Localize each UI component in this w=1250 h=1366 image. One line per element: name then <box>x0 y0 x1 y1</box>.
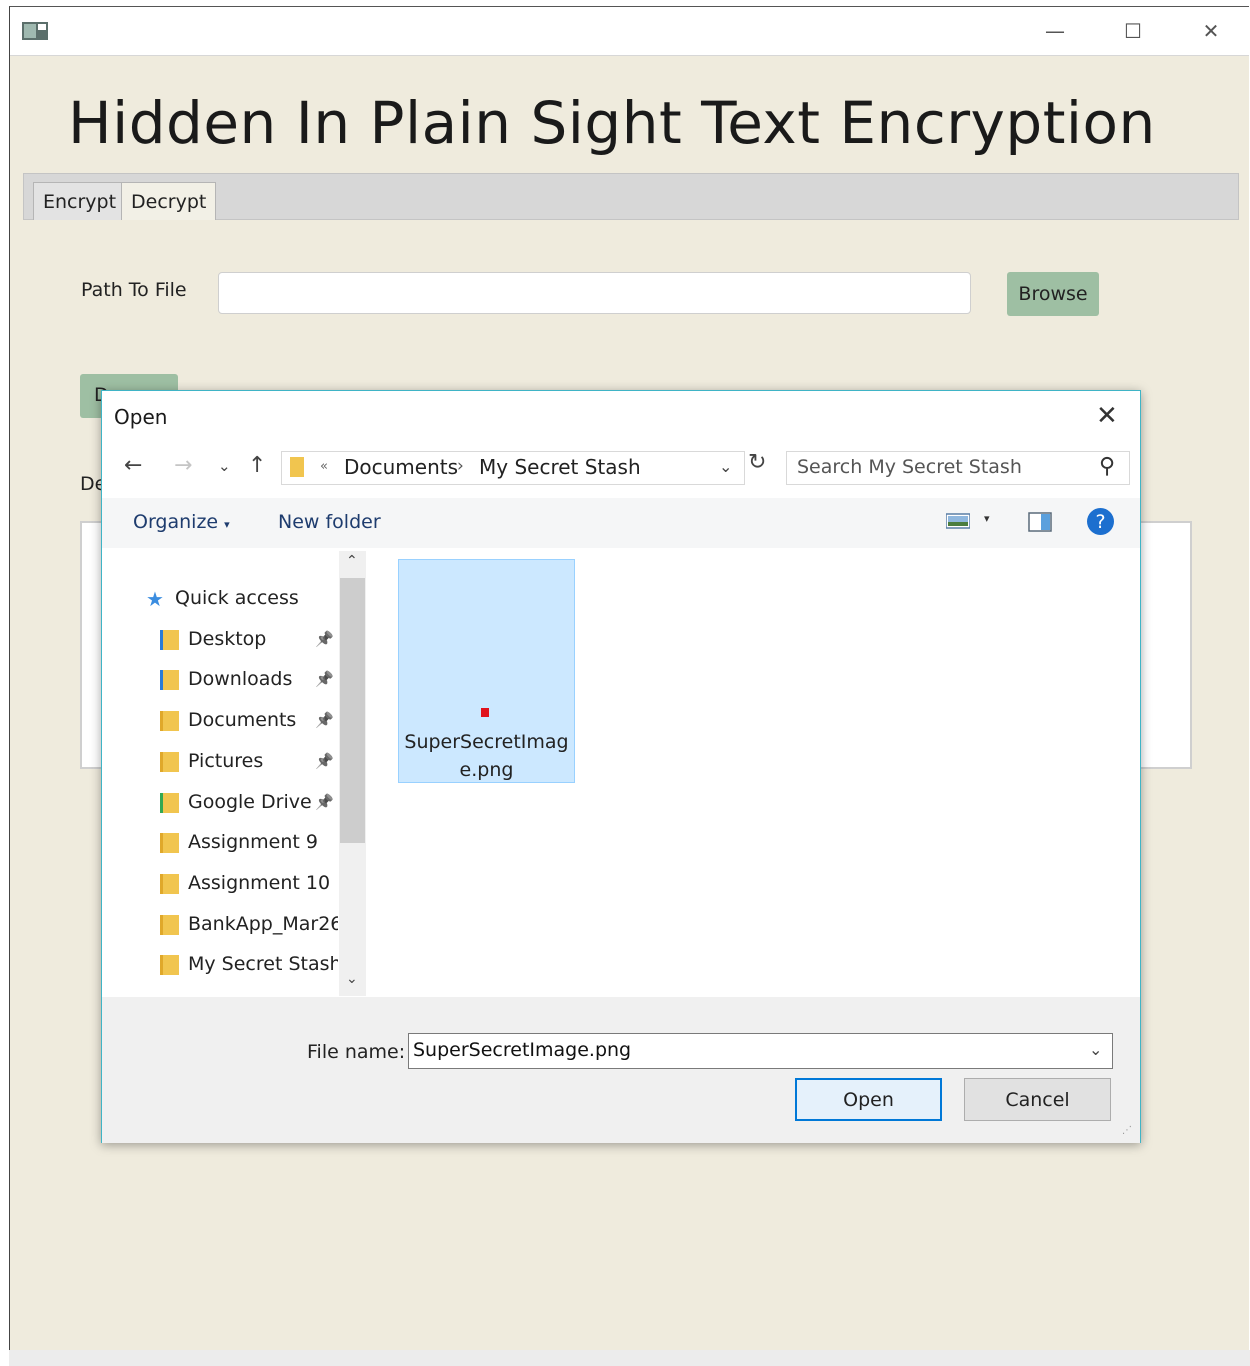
help-icon[interactable]: ? <box>1087 508 1114 535</box>
organize-button[interactable]: Organize ▾ <box>133 511 230 533</box>
folder-icon <box>160 833 179 854</box>
image-thumbnail-icon <box>481 708 489 717</box>
app-icon <box>22 22 48 40</box>
change-view-icon[interactable] <box>946 512 970 530</box>
open-file-dialog: Open ✕ ← → ⌄ ↑ « Documents › My Secret S… <box>101 390 1141 1143</box>
folder-icon <box>290 457 304 477</box>
nav-item-assignment-9[interactable]: Assignment 9 <box>188 831 318 853</box>
path-to-file-label: Path To File <box>81 279 187 301</box>
chevron-down-icon[interactable]: ⌄ <box>1089 1040 1102 1059</box>
dialog-bottom-bar: File name: SuperSecretImage.png ⌄ Open C… <box>102 997 1140 1143</box>
tab-encrypt[interactable]: Encrypt <box>33 182 127 220</box>
address-bar[interactable]: « Documents › My Secret Stash ⌄ <box>281 451 745 485</box>
file-name-value: SuperSecretImage.png <box>413 1039 632 1061</box>
open-button[interactable]: Open <box>795 1078 942 1121</box>
folder-icon <box>160 914 179 935</box>
maximize-button[interactable]: ☐ <box>1110 15 1156 47</box>
up-arrow-icon[interactable]: ↑ <box>248 453 266 478</box>
back-arrow-icon[interactable]: ← <box>124 453 142 478</box>
forward-arrow-icon[interactable]: → <box>174 453 192 478</box>
nav-item-bankapp-mar26-[interactable]: BankApp_Mar26_ <box>188 913 338 935</box>
pictures-folder-icon <box>160 751 179 772</box>
breadcrumb-documents[interactable]: Documents <box>344 455 458 479</box>
browse-button[interactable]: Browse <box>1007 272 1099 316</box>
close-window-button[interactable]: ✕ <box>1188 15 1234 47</box>
downloads-folder-icon <box>160 670 179 691</box>
chevron-down-icon[interactable]: ⌄ <box>346 971 358 987</box>
nav-item-desktop[interactable]: Desktop <box>188 628 266 650</box>
app-title: Hidden In Plain Sight Text Encryption <box>68 89 1156 157</box>
bottom-strip <box>9 1350 1250 1366</box>
nav-item-google-drive[interactable]: Google Drive <box>188 791 312 813</box>
breadcrumb-my-secret-stash[interactable]: My Secret Stash <box>479 455 641 479</box>
documents-folder-icon <box>160 711 179 732</box>
google-drive-icon <box>160 792 179 813</box>
chevron-down-icon[interactable]: ⌄ <box>719 457 732 476</box>
nav-scrollbar-thumb[interactable] <box>340 578 365 843</box>
nav-item-documents[interactable]: Documents <box>188 709 296 731</box>
nav-item-my-secret-stash[interactable]: My Secret Stash <box>188 953 338 975</box>
nav-item-pictures[interactable]: Pictures <box>188 750 263 772</box>
pin-icon[interactable]: 📌 <box>315 752 334 770</box>
navigation-bar: ← → ⌄ ↑ « Documents › My Secret Stash ⌄ … <box>102 446 1140 491</box>
nav-item-assignment-10[interactable]: Assignment 10 <box>188 872 330 894</box>
dialog-close-icon[interactable]: ✕ <box>1096 401 1118 431</box>
file-name-label: File name: <box>307 1041 406 1063</box>
view-dropdown-arrow-icon[interactable]: ▾ <box>984 512 990 525</box>
preview-pane-icon[interactable] <box>1028 512 1052 532</box>
path-to-file-input[interactable] <box>218 272 971 314</box>
folder-icon <box>160 873 179 894</box>
pin-icon[interactable]: 📌 <box>315 711 334 729</box>
search-input[interactable]: Search My Secret Stash ⚲ <box>786 451 1130 485</box>
pin-icon[interactable]: 📌 <box>315 670 334 688</box>
minimize-button[interactable]: — <box>1032 15 1078 47</box>
refresh-icon[interactable]: ↻ <box>748 450 766 475</box>
chevron-up-icon[interactable]: ⌃ <box>346 553 358 569</box>
folder-icon <box>160 955 179 976</box>
desktop-folder-icon <box>160 629 179 650</box>
search-placeholder: Search My Secret Stash <box>797 456 1022 478</box>
title-bar: — ☐ ✕ <box>10 7 1249 56</box>
tab-decrypt[interactable]: Decrypt <box>121 182 217 220</box>
pin-icon[interactable]: 📌 <box>315 793 334 811</box>
nav-item-quick-access[interactable]: Quick access <box>175 587 299 609</box>
dropdown-arrow-icon: ▾ <box>224 518 230 531</box>
tab-bar: Encrypt Decrypt <box>23 173 1239 220</box>
cancel-button[interactable]: Cancel <box>964 1078 1111 1121</box>
file-item[interactable]: SuperSecretImag e.png <box>398 559 575 783</box>
nav-item-downloads[interactable]: Downloads <box>188 668 292 690</box>
file-name-input[interactable]: SuperSecretImage.png ⌄ <box>408 1033 1113 1069</box>
star-icon: ★ <box>146 587 164 611</box>
resize-grip-icon[interactable]: ⋰ <box>1122 1125 1132 1136</box>
breadcrumb-overflow-icon[interactable]: « <box>320 459 328 474</box>
organize-label: Organize <box>133 511 219 533</box>
dialog-toolbar: Organize ▾ New folder ▾ ? <box>102 498 1140 548</box>
new-folder-button[interactable]: New folder <box>278 511 381 533</box>
chevron-right-icon[interactable]: › <box>457 456 464 476</box>
dialog-title: Open <box>114 405 168 429</box>
pin-icon[interactable]: 📌 <box>315 630 334 648</box>
file-name-label: SuperSecretImag e.png <box>404 731 569 781</box>
search-icon[interactable]: ⚲ <box>1099 454 1115 479</box>
recent-locations-chevron-icon[interactable]: ⌄ <box>218 457 231 475</box>
